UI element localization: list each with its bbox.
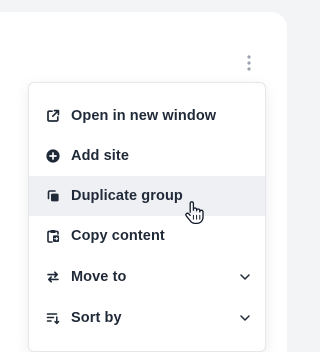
menu-item-sort-by[interactable]: Sort by xyxy=(29,297,265,338)
menu-item-label: Add site xyxy=(71,148,129,164)
external-link-icon xyxy=(45,108,61,124)
kebab-icon xyxy=(247,55,251,71)
menu-item-label: Copy content xyxy=(71,228,165,244)
context-menu: Open in new window Add site Duplicate gr… xyxy=(28,82,266,352)
plus-circle-icon xyxy=(45,148,61,164)
sort-icon xyxy=(45,310,61,326)
chevron-down-icon xyxy=(239,271,251,283)
menu-item-copy-content[interactable]: Copy content xyxy=(29,216,265,256)
menu-item-move-to[interactable]: Move to xyxy=(29,256,265,297)
menu-item-add-site[interactable]: Add site xyxy=(29,136,265,176)
more-options-button[interactable] xyxy=(240,52,258,74)
menu-item-label: Sort by xyxy=(71,309,122,326)
arrows-swap-icon xyxy=(45,269,61,285)
menu-item-label: Open in new window xyxy=(71,108,217,124)
duplicate-icon xyxy=(45,188,61,204)
menu-item-duplicate-group[interactable]: Duplicate group xyxy=(29,176,265,216)
menu-item-label: Duplicate group xyxy=(71,188,183,204)
clipboard-icon xyxy=(45,228,61,244)
chevron-down-icon xyxy=(239,312,251,324)
menu-item-label: Move to xyxy=(71,268,127,285)
menu-item-open-in-new-window[interactable]: Open in new window xyxy=(29,96,265,136)
